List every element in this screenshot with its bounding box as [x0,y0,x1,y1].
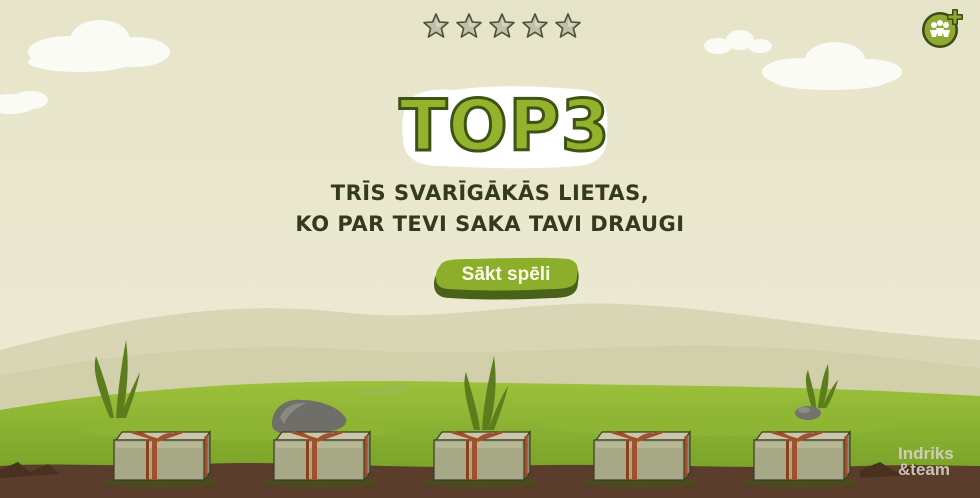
star-icon[interactable] [554,12,582,40]
tagline-line-1: TRĪS SVARĪGĀKĀS LIETAS, [330,181,650,205]
star-icon[interactable] [455,12,483,40]
start-game-label: Sākt spēli [461,264,551,285]
add-friends-icon [922,9,963,48]
star-icon[interactable] [488,12,516,40]
package-icon[interactable] [104,430,216,488]
developer-watermark: Indriks &team [898,445,968,479]
game-logo: TOP3 [395,78,615,174]
star-icon[interactable] [422,12,450,40]
package-icon[interactable] [584,430,696,488]
add-friends-button[interactable] [918,8,966,50]
star-icon[interactable] [521,12,549,40]
tagline-line-2: KO PAR TEVI SAKA TAVI DRAUGI [295,212,685,236]
package-icon[interactable] [744,430,856,488]
tagline: TRĪS SVARĪGĀKĀS LIETAS, KO PAR TEVI SAKA… [290,178,690,240]
watermark-line-2: &team [898,460,950,479]
game-scene [0,0,980,498]
start-game-button[interactable]: Sākt spēli [432,256,580,302]
package-icon[interactable] [264,430,376,488]
star-rating [422,12,582,40]
rock [795,406,821,420]
game-title: TOP3 [398,84,611,169]
package-icon[interactable] [424,430,536,488]
